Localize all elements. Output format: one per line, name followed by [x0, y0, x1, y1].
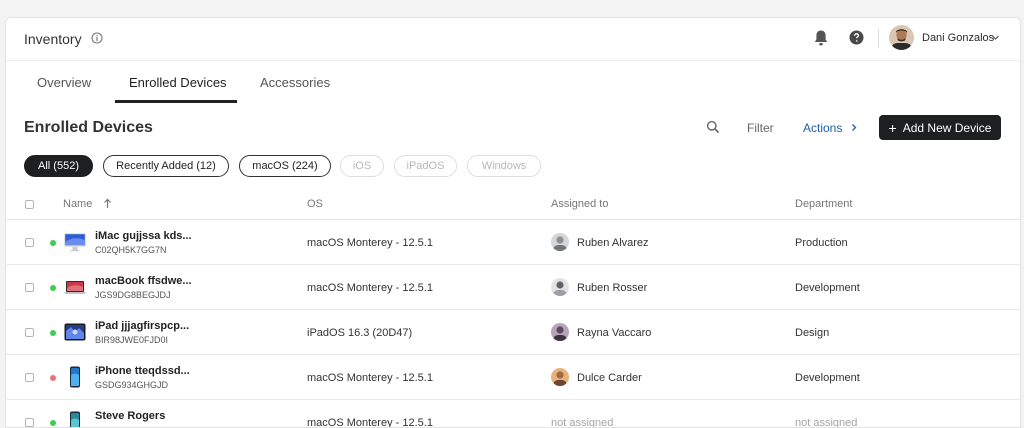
assignee-name[interactable]: Ruben Rosser	[577, 282, 647, 294]
app-window: Inventory Dani Gonzalos Overview Enrolle…	[5, 17, 1021, 428]
macbook-icon	[64, 281, 86, 294]
status-online-dot	[50, 420, 56, 426]
chip-all[interactable]: All (552)	[24, 155, 93, 177]
column-header-assigned[interactable]: Assigned to	[551, 198, 608, 210]
device-name[interactable]: macBook ffsdwe...	[95, 275, 192, 287]
os-cell: macOS Monterey - 12.5.1	[307, 282, 433, 294]
add-new-device-label: Add New Device	[902, 120, 992, 135]
status-online-dot	[50, 330, 56, 336]
row-checkbox[interactable]	[25, 418, 34, 427]
department-cell: Development	[795, 282, 860, 294]
chip-recently-added[interactable]: Recently Added (12)	[103, 155, 229, 177]
chevron-down-icon[interactable]	[991, 33, 1000, 42]
chip-macos[interactable]: macOS (224)	[239, 155, 331, 177]
top-bar: Inventory Dani Gonzalos	[6, 18, 1020, 61]
user-avatar[interactable]	[889, 25, 914, 50]
assignee-name[interactable]: Dulce Carder	[577, 372, 642, 384]
device-serial: GSDG934GHGJD	[95, 380, 169, 390]
ipad-icon	[64, 323, 86, 341]
department-cell: not assigned	[795, 417, 858, 428]
tab-overview[interactable]: Overview	[37, 75, 91, 90]
iphone-icon	[70, 411, 80, 427]
table-row[interactable]: iPhone tteqdssd... GSDG934GHGJD macOS Mo…	[6, 355, 1020, 400]
imac-icon	[64, 233, 86, 252]
user-name[interactable]: Dani Gonzalos	[922, 32, 994, 44]
page-title: Enrolled Devices	[24, 119, 153, 136]
app-title: Inventory	[24, 31, 82, 47]
status-offline-dot	[50, 375, 56, 381]
device-serial: BIR98JWE0FJD0I	[95, 335, 169, 345]
assignee-name[interactable]: Rayna Vaccaro	[577, 327, 651, 339]
device-name[interactable]: iPhone tteqdssd...	[95, 365, 190, 377]
device-name[interactable]: Steve Rogers	[95, 410, 165, 422]
row-checkbox[interactable]	[25, 328, 34, 337]
table-header: Name OS Assigned to Department	[6, 190, 1020, 220]
search-icon[interactable]	[706, 120, 720, 134]
tab-accessories[interactable]: Accessories	[260, 75, 330, 90]
department-cell: Design	[795, 327, 830, 339]
active-tab-indicator	[115, 100, 237, 103]
header-divider	[878, 29, 879, 48]
tab-enrolled-devices[interactable]: Enrolled Devices	[129, 75, 227, 90]
assignee-avatar	[551, 368, 569, 386]
os-cell: macOS Monterey - 12.5.1	[307, 372, 433, 384]
device-serial: C02QH5K7GG7N	[95, 245, 167, 255]
tab-bar: Overview Enrolled Devices Accessories	[6, 62, 1020, 104]
info-icon[interactable]	[91, 32, 103, 44]
assignee-name[interactable]: Ruben Alvarez	[577, 237, 649, 249]
table-row[interactable]: iPad jjjagfirspcp... BIR98JWE0FJD0I iPad…	[6, 310, 1020, 355]
chip-ios[interactable]: iOS	[340, 155, 384, 177]
device-name[interactable]: iMac gujjssa kds...	[95, 230, 192, 242]
table-row[interactable]: Steve Rogers macOS Monterey - 12.5.1 not…	[6, 400, 1020, 428]
table-row[interactable]: iMac gujjssa kds... C02QH5K7GG7N macOS M…	[6, 220, 1020, 265]
row-checkbox[interactable]	[25, 373, 34, 382]
department-cell: Production	[795, 237, 848, 249]
filter-button[interactable]: Filter	[747, 121, 774, 135]
chip-ipados[interactable]: iPadOS	[394, 155, 457, 177]
assignee-avatar	[551, 323, 569, 341]
row-checkbox[interactable]	[25, 238, 34, 247]
chevron-right-icon[interactable]	[850, 123, 858, 132]
select-all-checkbox[interactable]	[25, 200, 34, 209]
assignee-avatar	[551, 233, 569, 251]
os-cell: macOS Monterey - 12.5.1	[307, 417, 433, 428]
department-cell: Development	[795, 372, 860, 384]
table-row[interactable]: macBook ffsdwe... JGS9DG8BEGJDJ macOS Mo…	[6, 265, 1020, 310]
actions-button[interactable]: Actions	[803, 121, 842, 135]
assignee-avatar	[551, 278, 569, 296]
status-online-dot	[50, 285, 56, 291]
plus-icon: +	[888, 119, 897, 136]
help-icon[interactable]	[849, 30, 864, 45]
assignee-name: not assigned	[551, 417, 614, 428]
device-serial: JGS9DG8BEGJDJ	[95, 290, 171, 300]
add-new-device-button[interactable]: + Add New Device	[879, 115, 1001, 140]
device-name[interactable]: iPad jjjagfirspcp...	[95, 320, 189, 332]
chip-windows[interactable]: Windows	[467, 155, 541, 177]
sort-arrow-up-icon[interactable]	[103, 198, 112, 209]
os-cell: iPadOS 16.3 (20D47)	[307, 327, 413, 339]
os-cell: macOS Monterey - 12.5.1	[307, 237, 433, 249]
column-header-department[interactable]: Department	[795, 198, 852, 210]
devices-table: Name OS Assigned to Department iMac gujj…	[6, 190, 1020, 428]
column-header-name[interactable]: Name	[63, 198, 92, 210]
row-checkbox[interactable]	[25, 283, 34, 292]
iphone-icon	[70, 366, 80, 388]
column-header-os[interactable]: OS	[307, 198, 323, 210]
bell-icon[interactable]	[813, 29, 829, 47]
status-online-dot	[50, 240, 56, 246]
